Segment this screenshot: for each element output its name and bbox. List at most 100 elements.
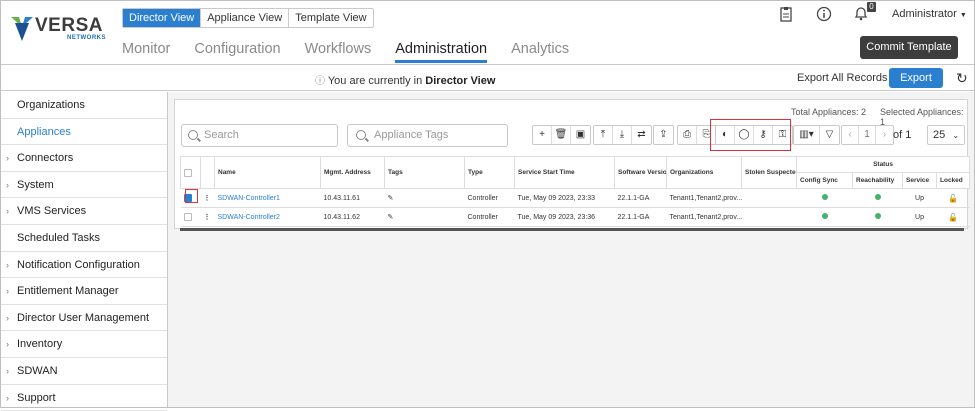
sidebar-item-scheduled-tasks[interactable]: Scheduled Tasks xyxy=(1,225,167,252)
prev-page-icon[interactable]: ‹ xyxy=(842,126,859,144)
appliance-name-link[interactable]: SDWAN-Controller1 xyxy=(218,195,280,202)
chevron-right-icon[interactable]: › xyxy=(6,278,9,304)
versa-logo-icon xyxy=(11,17,33,41)
columns-icon[interactable]: ▥▾ xyxy=(794,126,820,144)
refresh-icon[interactable]: ↻ xyxy=(956,70,968,87)
commit-template-button[interactable]: Commit Template xyxy=(860,36,958,59)
sidebar-item-entitlement-manager[interactable]: › Entitlement Manager xyxy=(1,278,167,305)
table-row[interactable]: ⋮ SDWAN-Controller1 10.43.11.61 ✎ Controller… xyxy=(180,188,970,208)
col-name[interactable]: Name xyxy=(214,156,321,189)
cell-organizations: Tenant1,Tenant2,prov... xyxy=(666,188,742,208)
search-input[interactable]: Search xyxy=(181,124,338,147)
col-tags[interactable]: Tags xyxy=(384,156,465,189)
row-checkbox[interactable] xyxy=(183,213,192,221)
sidebar-item-label: Scheduled Tasks xyxy=(17,231,100,244)
sidebar-item-director-user-management[interactable]: › Director User Management xyxy=(1,305,167,332)
import-icon[interactable]: ⇪ xyxy=(654,126,673,144)
download-icon[interactable]: ⤓ xyxy=(613,126,632,144)
tab-template-view[interactable]: Template View xyxy=(289,9,372,27)
col-mgmt-address[interactable]: Mgmt. Address xyxy=(320,156,385,189)
cell-name[interactable]: SDWAN-Controller2 xyxy=(214,207,321,227)
add-icon[interactable]: + xyxy=(533,126,552,144)
delete-icon[interactable]: 🗑 xyxy=(552,126,571,144)
col-config-sync[interactable]: Config Sync xyxy=(796,172,853,189)
cell-type: Controller xyxy=(464,188,515,208)
kebab-menu-icon[interactable]: ⋮ xyxy=(204,214,211,221)
brand-sub: NETWORKS xyxy=(67,35,106,41)
mgmt-address-value: 10.43.11.61 xyxy=(323,194,360,202)
sidebar-item-notification-configuration[interactable]: › Notification Configuration xyxy=(1,252,167,279)
table-scrollbar[interactable] xyxy=(180,228,964,231)
nav-analytics[interactable]: Analytics xyxy=(511,39,569,63)
next-page-icon[interactable]: › xyxy=(876,126,893,144)
export-button[interactable]: Export xyxy=(889,68,943,88)
versa-logo[interactable]: VERSA NETWORKS xyxy=(9,11,106,47)
chevron-right-icon[interactable]: › xyxy=(6,305,9,331)
col-stolen-suspected[interactable]: Stolen Suspected xyxy=(741,156,797,189)
page-size-select[interactable]: 25 ⌄ xyxy=(927,125,965,145)
appliance-name-link[interactable]: SDWAN-Controller2 xyxy=(218,214,280,221)
chevron-right-icon[interactable]: › xyxy=(6,145,9,171)
pencil-icon[interactable]: ✎ xyxy=(388,195,394,202)
sidebar-item-support[interactable]: › Support xyxy=(1,385,167,411)
view-message-view: Director View xyxy=(425,75,496,87)
tab-appliance-view[interactable]: Appliance View xyxy=(201,9,290,27)
tab-director-view[interactable]: Director View xyxy=(123,9,202,27)
sidebar-item-vms-services[interactable]: › VMS Services xyxy=(1,198,167,225)
filter-icon[interactable]: ▽ xyxy=(820,126,839,144)
appliance-tags-input[interactable]: Appliance Tags xyxy=(347,124,508,147)
toolbar-group-import: ⇪ xyxy=(653,125,674,145)
col-service[interactable]: Service xyxy=(902,172,937,189)
sidebar-item-system[interactable]: › System xyxy=(1,172,167,199)
chevron-right-icon[interactable]: › xyxy=(6,172,9,198)
sidebar-item-organizations[interactable]: Organizations xyxy=(1,92,167,119)
sync-icon[interactable]: ⇄ xyxy=(632,126,651,144)
page-total: of 1 xyxy=(893,129,911,141)
main-nav: Monitor Configuration Workflows Administ… xyxy=(122,39,593,63)
sidebar-item-label: Entitlement Manager xyxy=(17,285,119,298)
sidebar-item-sdwan[interactable]: › SDWAN xyxy=(1,358,167,385)
organizations-value: Tenant1,Tenant2,prov... xyxy=(669,213,742,221)
info-icon[interactable] xyxy=(816,6,832,22)
pencil-icon[interactable]: ✎ xyxy=(388,214,394,221)
unlock-icon[interactable]: 🔓 xyxy=(948,213,958,222)
kebab-menu-icon[interactable]: ⋮ xyxy=(204,195,211,202)
nav-administration[interactable]: Administration xyxy=(395,39,488,63)
sidebar-item-connectors[interactable]: › Connectors xyxy=(1,145,167,172)
chevron-right-icon[interactable]: › xyxy=(6,252,9,278)
chevron-right-icon[interactable]: › xyxy=(6,358,9,384)
chevron-right-icon[interactable]: › xyxy=(6,198,9,224)
clipboard-icon[interactable] xyxy=(778,6,794,22)
tags-placeholder: Appliance Tags xyxy=(374,129,449,141)
col-locked[interactable]: Locked xyxy=(936,172,970,189)
current-page[interactable]: 1 xyxy=(859,126,876,144)
col-reachability[interactable]: Reachability xyxy=(852,172,903,189)
export-all-records-link[interactable]: Export All Records xyxy=(797,72,887,84)
admin-menu[interactable]: Administrator ▼ xyxy=(892,8,967,20)
nav-workflows[interactable]: Workflows xyxy=(305,39,372,63)
file-export-icon[interactable]: ⎙ xyxy=(678,126,697,144)
nav-monitor[interactable]: Monitor xyxy=(122,39,170,63)
upload-icon[interactable]: ⤒ xyxy=(594,126,613,144)
col-software-version[interactable]: Software Version xyxy=(614,156,667,189)
col-service-start[interactable]: Service Start Time xyxy=(514,156,615,189)
select-all-checkbox[interactable] xyxy=(184,168,192,177)
cell-name[interactable]: SDWAN-Controller1 xyxy=(214,188,321,208)
terminal-icon[interactable]: ▣ xyxy=(571,126,590,144)
col-status: Status xyxy=(796,156,970,173)
table-row[interactable]: ⋮ SDWAN-Controller2 10.43.11.62 ✎ Controller… xyxy=(180,207,970,227)
chevron-right-icon[interactable]: › xyxy=(6,331,9,357)
nav-configuration[interactable]: Configuration xyxy=(194,39,280,63)
cell-locked: 🔓 xyxy=(936,207,970,227)
page-of: of xyxy=(893,129,903,141)
view-switcher: Director View Appliance View Template Vi… xyxy=(122,8,374,28)
col-organizations[interactable]: Organizations xyxy=(666,156,742,189)
sidebar-item-inventory[interactable]: › Inventory xyxy=(1,331,167,358)
chevron-right-icon[interactable]: › xyxy=(6,385,9,411)
row-checkbox-cell xyxy=(180,207,201,227)
type-value: Controller xyxy=(467,213,498,221)
sidebar-item-appliances[interactable]: Appliances xyxy=(1,119,167,146)
col-type[interactable]: Type xyxy=(464,156,515,189)
toolbar-group-transfer: ⤒ ⤓ ⇄ xyxy=(593,125,652,145)
unlock-icon[interactable]: 🔓 xyxy=(948,194,958,203)
